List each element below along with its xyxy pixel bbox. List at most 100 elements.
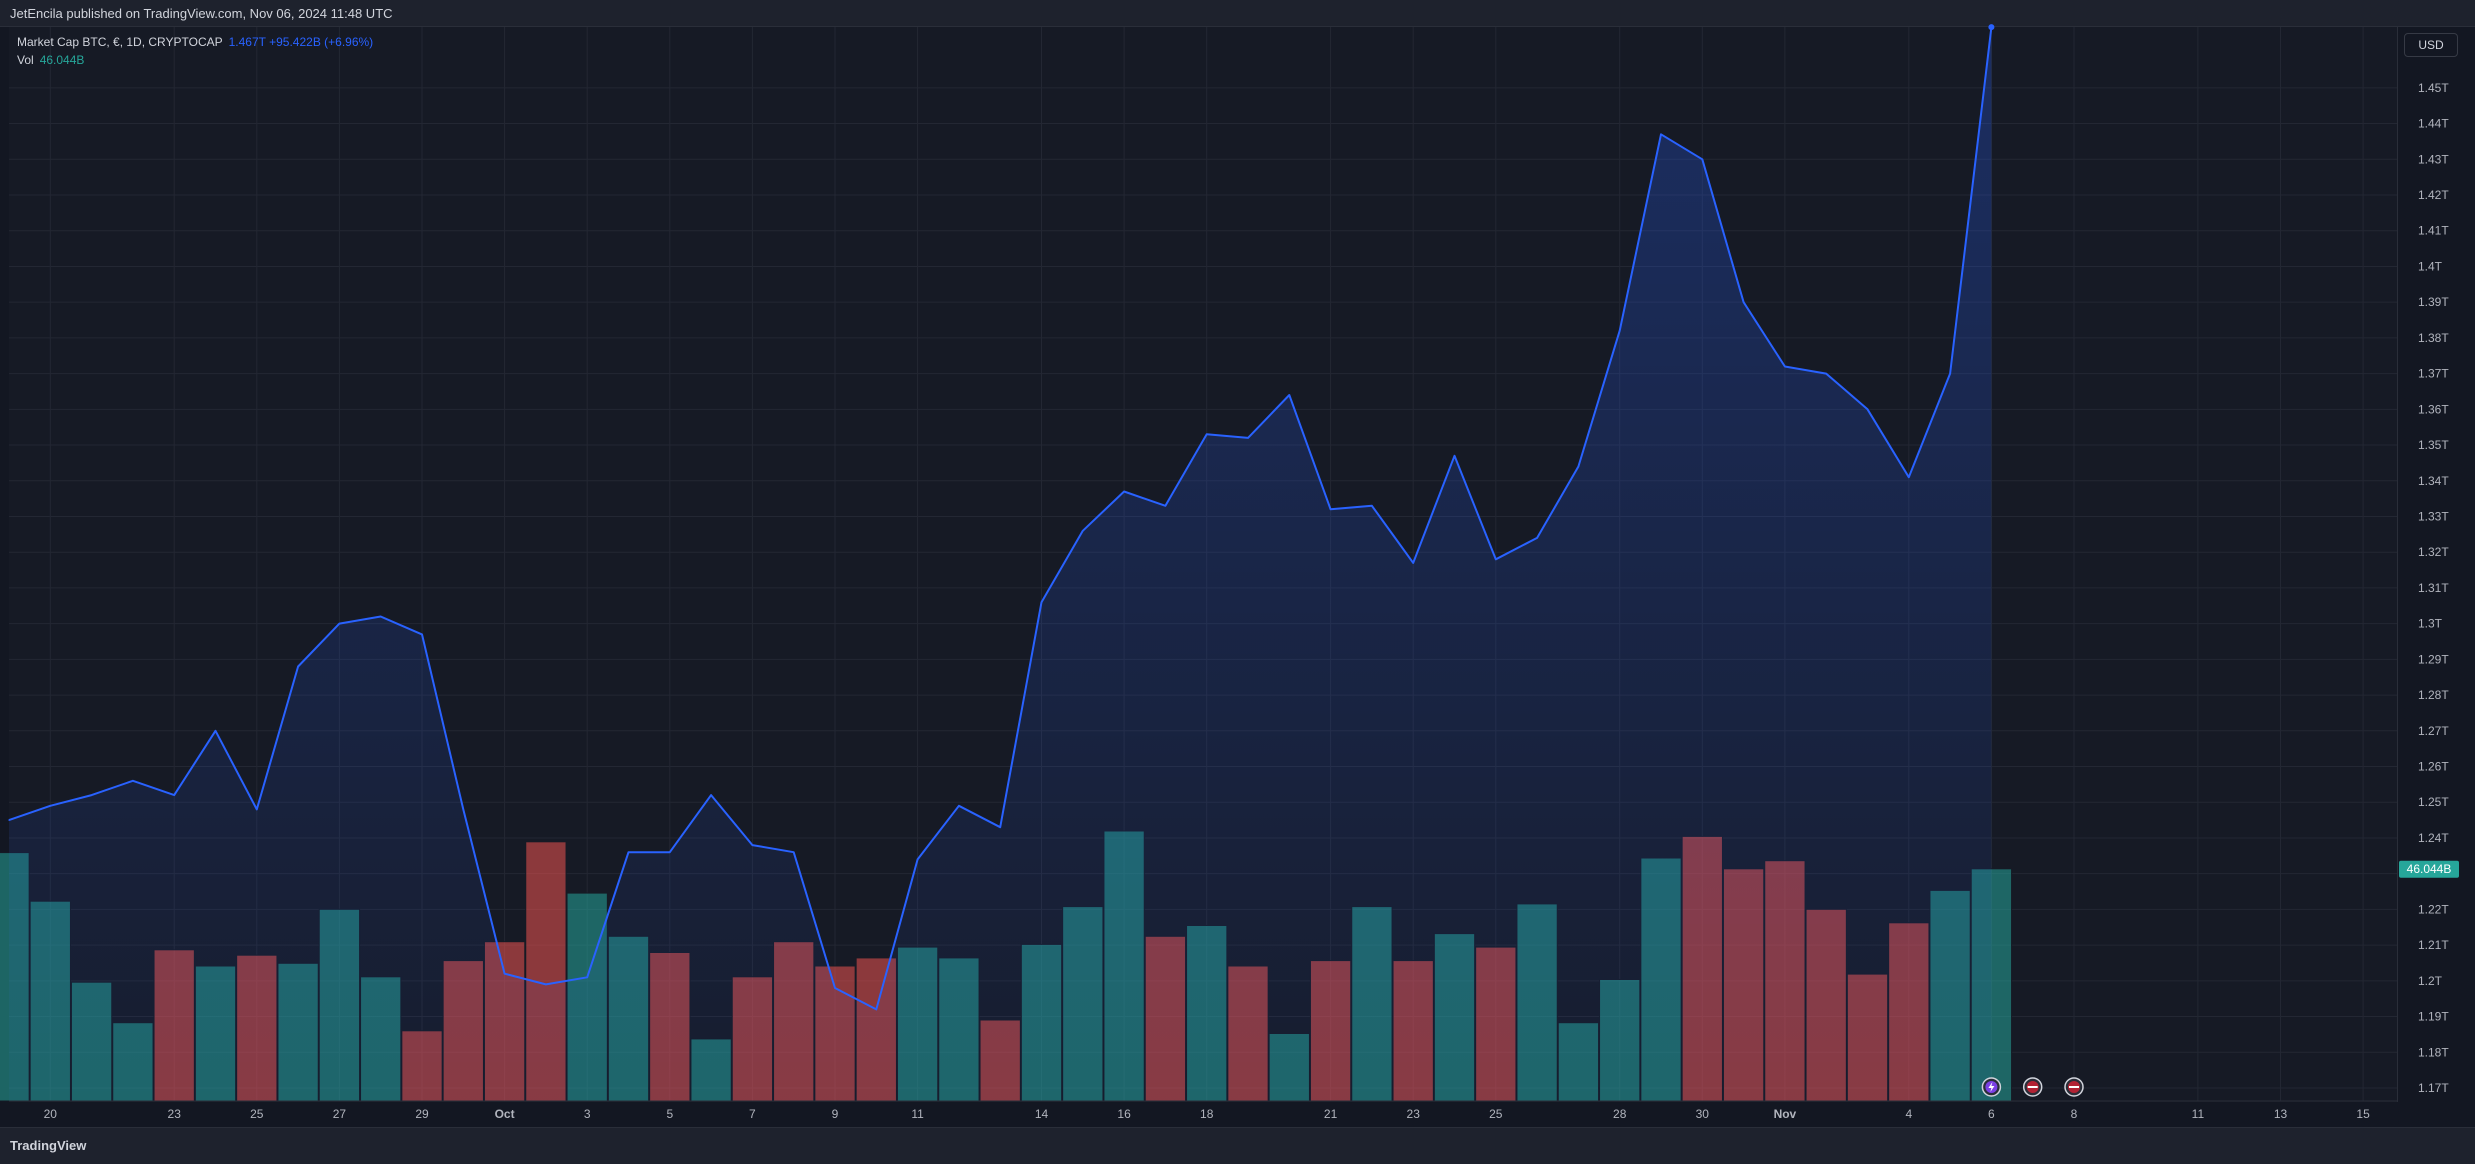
chart-svg: 1.17T1.18T1.19T1.2T1.21T1.22T1.23T1.24T1… [0,24,2459,1121]
legend-symbol[interactable]: Market Cap BTC, €, 1D, CRYPTOCAP [17,35,223,49]
x-tick-label: 23 [1407,1107,1421,1121]
price-area [8,24,1995,1102]
data-point [1206,433,1208,435]
data-point [421,633,423,635]
y-tick-label: 1.31T [2418,581,2449,595]
data-point [256,808,258,810]
legend-volume-row: Vol 46.044B [17,51,373,69]
data-point [1536,537,1538,539]
legend-main-row: Market Cap BTC, €, 1D, CRYPTOCAP 1.467T +… [17,33,373,51]
y-tick-label: 1.37T [2418,367,2449,381]
x-tick-label: Nov [1774,1107,1797,1121]
y-tick-label: 1.39T [2418,295,2449,309]
data-point [1660,133,1662,135]
y-tick-label: 1.26T [2418,760,2449,774]
x-tick-label: 15 [2356,1107,2370,1121]
x-tick-label: 11 [911,1107,924,1121]
data-point [627,851,630,853]
data-point [1412,562,1414,564]
data-point [1330,508,1332,510]
y-tick-label: 1.4T [2418,259,2443,273]
y-tick-label: 1.22T [2418,902,2449,916]
y-tick-label: 1.43T [2418,152,2449,166]
y-tick-label: 1.17T [2418,1081,2449,1095]
x-tick-label: 21 [1324,1107,1338,1121]
x-tick-label: 4 [1905,1107,1912,1121]
last-price-dot [1988,24,1995,31]
y-tick-label: 1.45T [2418,81,2449,95]
data-point [1949,373,1951,375]
data-point [1082,530,1084,532]
y-tick-label: 1.27T [2418,724,2449,738]
x-tick-label: 30 [1696,1107,1710,1121]
data-point [8,819,10,821]
data-point [1288,394,1290,396]
data-point [669,851,671,853]
data-point [1743,301,1745,303]
data-point [1619,330,1621,332]
data-point [710,794,712,796]
y-tick-label: 1.41T [2418,224,2449,238]
y-tick-label: 1.18T [2418,1045,2449,1059]
x-tick-label: 29 [415,1107,429,1121]
data-point [1701,158,1703,160]
y-tick-label: 1.24T [2418,831,2449,845]
data-point [1577,465,1579,468]
data-point [91,794,93,796]
y-tick-label: 1.34T [2418,474,2449,488]
data-point [49,805,51,807]
us-flag-event-icon[interactable] [2022,1077,2043,1097]
x-tick-label: 23 [168,1107,182,1121]
y-tick-label: 1.25T [2418,795,2449,809]
data-point [1866,408,1869,410]
y-tick-label: 1.36T [2418,402,2449,416]
lightning-event-icon[interactable] [1981,1077,2002,1097]
y-tick-label: 1.28T [2418,688,2449,702]
y-tick-label: 1.35T [2418,438,2449,452]
x-tick-label: 25 [250,1107,264,1121]
data-point [958,805,960,807]
y-tick-label: 1.42T [2418,188,2449,202]
price-area-fill [9,27,1992,1102]
x-tick-label: 28 [1613,1107,1627,1121]
y-tick-label: 1.21T [2418,938,2449,952]
x-tick-label: 16 [1117,1107,1131,1121]
data-point [917,858,919,860]
volume-last-label: 46.044B [2407,862,2452,876]
x-tick-label: 18 [1200,1107,1214,1121]
y-axis: 1.17T1.18T1.19T1.2T1.21T1.22T1.23T1.24T1… [2399,81,2459,1095]
legend: Market Cap BTC, €, 1D, CRYPTOCAP 1.467T +… [17,33,373,69]
us-flag-event-icon[interactable] [2064,1077,2084,1097]
data-point [462,808,464,810]
legend-values: 1.467T +95.422B (+6.96%) [228,35,374,49]
flag-stripe [2027,1086,2038,1088]
data-point [297,665,299,668]
data-point [1371,505,1373,507]
data-point [1784,365,1786,368]
footer-bar: TradingView [0,1127,2475,1164]
x-tick-label: 20 [44,1107,58,1121]
y-tick-label: 1.19T [2418,1010,2449,1024]
y-tick-label: 1.32T [2418,545,2449,559]
y-tick-label: 1.29T [2418,652,2449,666]
y-tick-label: 1.33T [2418,509,2449,523]
data-point [834,987,836,989]
data-point [1164,505,1166,507]
legend-vol-value: 46.044B [39,53,85,67]
x-tick-label: 3 [584,1107,591,1121]
y-tick-label: 1.3T [2418,617,2443,631]
tradingview-logo[interactable]: TradingView [10,1138,86,1153]
x-tick-label: 25 [1489,1107,1503,1121]
data-point [1123,490,1125,493]
data-point [504,973,506,975]
data-point [999,826,1001,828]
y-tick-label: 1.38T [2418,331,2449,345]
x-tick-label: 8 [2071,1107,2078,1121]
legend-vol-label[interactable]: Vol [17,53,34,67]
event-markers[interactable] [1981,1077,2084,1097]
data-point [1247,437,1249,439]
data-point [545,983,547,986]
currency-button[interactable]: USD [2404,33,2458,57]
data-point [793,851,795,853]
y-tick-label: 1.2T [2418,974,2443,988]
